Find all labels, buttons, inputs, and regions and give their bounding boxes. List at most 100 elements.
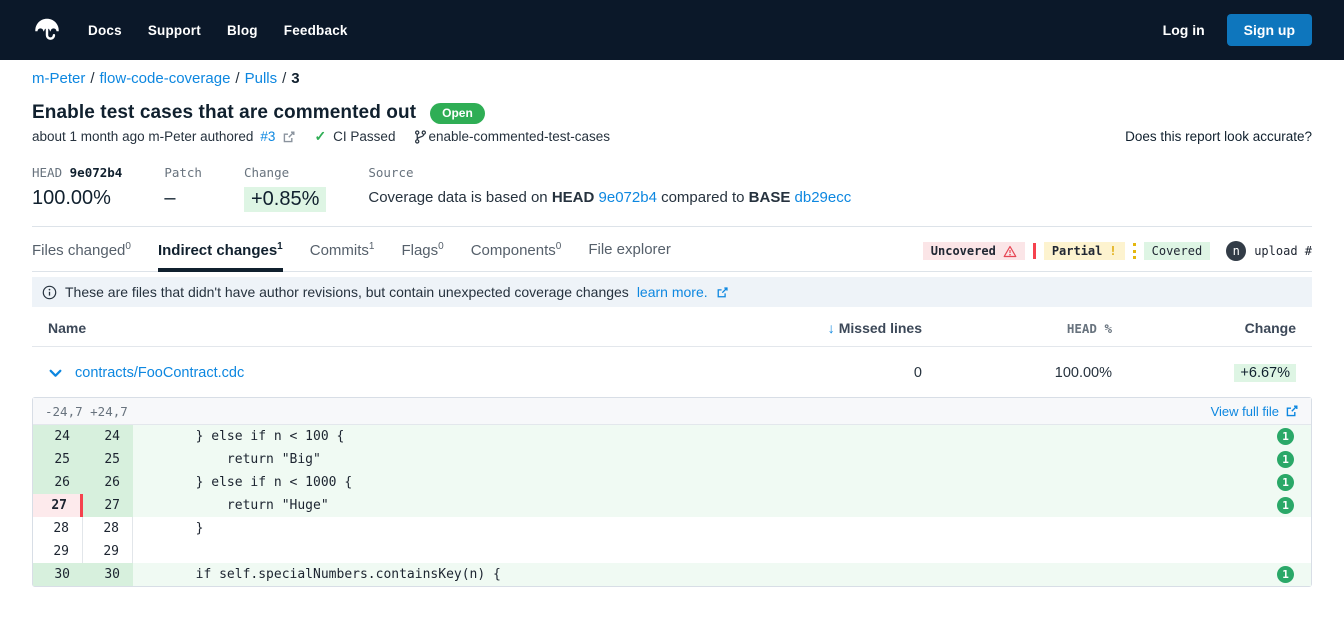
breadcrumb-separator: / — [90, 70, 94, 87]
breadcrumb-pulls[interactable]: Pulls — [245, 70, 278, 87]
coverage-summary: HEAD 9e072b4 100.00% Patch – Change +0.8… — [32, 165, 1312, 212]
code-text: return "Huge" — [133, 494, 1277, 517]
file-row[interactable]: contracts/FooContract.cdc 0 100.00% +6.6… — [32, 347, 1312, 396]
view-full-file-link[interactable]: View full file — [1211, 404, 1299, 419]
old-line-number: 29 — [33, 540, 83, 563]
file-link[interactable]: contracts/FooContract.cdc — [75, 365, 244, 381]
new-line-number: 29 — [83, 540, 133, 563]
old-line-number: 26 — [33, 471, 83, 494]
hit-count-badge[interactable]: 1 — [1277, 428, 1294, 445]
head-label: HEAD — [32, 165, 62, 180]
external-link-icon[interactable] — [282, 130, 296, 144]
tab-components[interactable]: Components0 — [471, 241, 562, 271]
coverage-legend: Uncovered Partial ! Covered n upload # — [923, 241, 1312, 271]
upload-label: upload # — [1254, 244, 1312, 258]
old-line-number: 25 — [33, 448, 83, 471]
source-head-sha-link[interactable]: 9e072b4 — [599, 189, 657, 206]
hit-count-badge[interactable]: 1 — [1277, 474, 1294, 491]
hit-count-badge[interactable]: 1 — [1277, 451, 1294, 468]
hit-count-badge[interactable]: 1 — [1277, 566, 1294, 583]
code-text: } else if n < 100 { — [133, 425, 1277, 448]
signup-button[interactable]: Sign up — [1227, 14, 1312, 46]
new-line-number: 27 — [83, 494, 133, 517]
top-nav: Docs Support Blog Feedback Log in Sign u… — [0, 0, 1344, 60]
head-sha: 9e072b4 — [70, 165, 123, 180]
new-line-number: 24 — [83, 425, 133, 448]
old-line-number: 24 — [33, 425, 83, 448]
breadcrumb-separator: / — [282, 70, 286, 87]
ci-check-icon: ✓ — [314, 128, 326, 145]
breadcrumb-repo[interactable]: flow-code-coverage — [100, 70, 231, 87]
new-line-number: 25 — [83, 448, 133, 471]
umbrella-icon — [32, 15, 62, 45]
hunk-range: -24,7 +24,7 — [45, 404, 128, 419]
upload-count-circle: n — [1226, 241, 1246, 261]
breadcrumb-separator: / — [235, 70, 239, 87]
partial-mark: ! — [1109, 244, 1116, 258]
legend-partial: Partial ! — [1044, 242, 1125, 260]
column-header-change[interactable]: Change — [1112, 320, 1312, 336]
branch-icon — [413, 129, 428, 145]
stat-head: HEAD 9e072b4 100.00% — [32, 165, 122, 210]
nav-link-blog[interactable]: Blog — [227, 23, 258, 38]
tab-files-changed[interactable]: Files changed0 — [32, 241, 131, 271]
login-link[interactable]: Log in — [1163, 22, 1205, 38]
stat-source: Source Coverage data is based on HEAD 9e… — [368, 165, 851, 206]
authored-text: about 1 month ago m-Peter authored — [32, 129, 253, 144]
column-header-name[interactable]: Name — [32, 320, 662, 336]
breadcrumb: m-Peter/flow-code-coverage/Pulls/3 — [32, 70, 1312, 87]
report-accuracy-question[interactable]: Does this report look accurate? — [1125, 129, 1312, 144]
tab-file-explorer[interactable]: File explorer — [588, 241, 671, 271]
nav-link-support[interactable]: Support — [148, 23, 201, 38]
info-icon — [42, 285, 57, 300]
column-header-missed-lines[interactable]: ↓Missed lines — [662, 320, 922, 336]
legend-covered: Covered — [1144, 242, 1211, 260]
ci-status-text: CI Passed — [333, 129, 395, 144]
head-coverage-value: 100.00% — [32, 187, 122, 210]
nav-link-feedback[interactable]: Feedback — [284, 23, 348, 38]
external-link-icon[interactable] — [716, 286, 729, 299]
tab-flags[interactable]: Flags0 — [401, 241, 443, 271]
diff-line: 26 26 } else if n < 1000 { 1 — [33, 471, 1311, 494]
code-text: if self.specialNumbers.containsKey(n) { — [133, 563, 1277, 586]
nav-link-docs[interactable]: Docs — [88, 23, 122, 38]
source-base-sha-link[interactable]: db29ecc — [795, 189, 852, 206]
partial-bar-sample — [1133, 243, 1136, 259]
file-missed-lines: 0 — [662, 365, 922, 381]
new-line-number: 30 — [83, 563, 133, 586]
code-text — [133, 540, 1277, 563]
source-label: Source — [368, 165, 851, 180]
diff-header: -24,7 +24,7 View full file — [33, 398, 1311, 425]
hit-count-badge[interactable]: 1 — [1277, 497, 1294, 514]
patch-value: – — [164, 187, 202, 210]
legend-uncovered: Uncovered — [923, 242, 1025, 260]
column-header-head-pct[interactable]: HEAD % — [922, 320, 1112, 336]
nav-links: Docs Support Blog Feedback — [88, 23, 348, 38]
diff-viewer: -24,7 +24,7 View full file 24 24 } else … — [32, 397, 1312, 587]
learn-more-link[interactable]: learn more. — [637, 284, 708, 300]
external-link-icon — [1285, 404, 1299, 418]
pr-number-link[interactable]: #3 — [260, 129, 275, 144]
breadcrumb-owner[interactable]: m-Peter — [32, 70, 85, 87]
stat-patch: Patch – — [164, 165, 202, 210]
diff-line: 29 29 — [33, 540, 1311, 563]
diff-line: 27 27 return "Huge" 1 — [33, 494, 1311, 517]
new-line-number: 26 — [83, 471, 133, 494]
codecov-logo[interactable] — [32, 15, 62, 45]
tab-commits[interactable]: Commits1 — [310, 241, 375, 271]
page-title: Enable test cases that are commented out — [32, 102, 416, 124]
chevron-down-icon[interactable] — [48, 366, 63, 381]
status-badge: Open — [430, 103, 485, 124]
branch-name: enable-commented-test-cases — [428, 129, 610, 144]
tab-indirect-changes[interactable]: Indirect changes1 — [158, 241, 283, 271]
patch-label: Patch — [164, 165, 202, 180]
file-change-value: +6.67% — [1234, 364, 1296, 382]
section-divider — [32, 226, 1312, 227]
diff-line: 25 25 return "Big" 1 — [33, 448, 1311, 471]
uncovered-bar-sample — [1033, 243, 1036, 259]
new-line-number: 28 — [83, 517, 133, 540]
sort-arrow-icon: ↓ — [828, 320, 835, 336]
upload-legend: n upload # — [1226, 241, 1312, 261]
change-value: +0.85% — [244, 187, 326, 212]
tab-bar: Files changed0 Indirect changes1 Commits… — [32, 241, 1312, 272]
